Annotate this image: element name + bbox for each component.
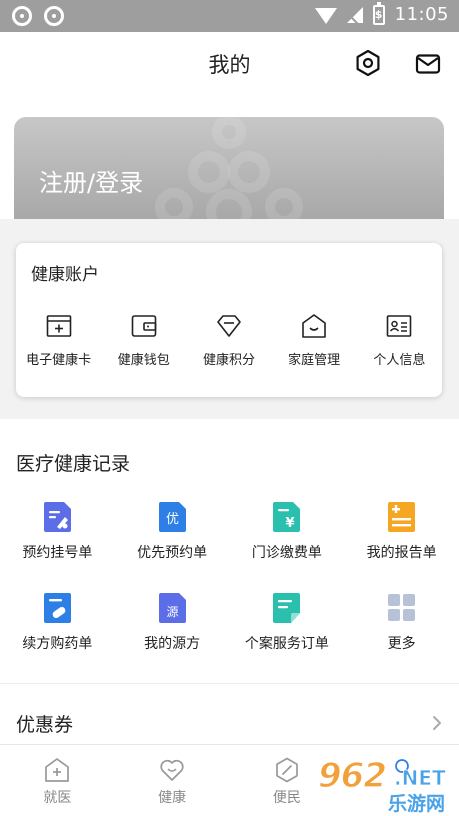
yuan-glyph: ¥ (286, 516, 295, 531)
hospital-icon (45, 758, 70, 782)
account-title: 健康账户 (31, 265, 99, 285)
header: 我的 (0, 32, 459, 94)
payment-icon: ¥ (273, 502, 301, 532)
account-item-label: 健康钱包 (117, 353, 170, 368)
login-label[interactable]: 注册/登录 (39, 163, 143, 198)
health-account-card: 健康账户 电子健康卡 健康钱包 健康积分 家庭管理 个人信息 (16, 243, 442, 397)
priority-glyph: 优 (166, 512, 179, 527)
status-notifications (12, 6, 64, 26)
account-items: 电子健康卡 健康钱包 健康积分 家庭管理 个人信息 (16, 313, 442, 368)
case-order-icon (273, 593, 301, 623)
account-item-wallet[interactable]: 健康钱包 (101, 313, 186, 368)
record-item-priority[interactable]: 优 优先预约单 (115, 502, 230, 562)
account-item-label: 家庭管理 (288, 353, 341, 368)
record-item-appointment[interactable]: 预约挂号单 (0, 502, 115, 562)
more-grid-icon (388, 594, 416, 621)
nav-label: 就医 (43, 790, 72, 806)
status-bar: $ 11:05 (0, 0, 459, 32)
compass-icon (276, 757, 298, 783)
home-icon (302, 314, 326, 338)
record-item-label: 个案服务订单 (244, 636, 329, 652)
source-glyph: 源 (166, 605, 178, 619)
appointment-icon (43, 502, 71, 532)
wifi-icon (314, 7, 337, 24)
nav-item-health[interactable]: 健康 (115, 745, 230, 816)
account-item-label: 电子健康卡 (26, 353, 92, 368)
signal-icon (346, 6, 363, 23)
record-item-label: 更多 (387, 636, 416, 652)
diamond-points-icon (217, 315, 241, 337)
watermark-net: .NET (394, 766, 446, 791)
record-item-label: 我的源方 (144, 636, 201, 652)
account-item-profile[interactable]: 个人信息 (357, 313, 442, 368)
coupon-section-title[interactable]: 优惠券 (16, 710, 73, 737)
record-item-source[interactable]: 源 我的源方 (115, 593, 230, 653)
status-time: 11:05 (394, 4, 449, 25)
nav-item-medical[interactable]: 就医 (0, 745, 115, 816)
nav-label: 健康 (158, 790, 187, 806)
watermark-cn: 乐游网 (388, 793, 446, 815)
site-watermark-logo: 962 .NET 乐游网 (317, 755, 456, 815)
record-item-more[interactable]: 更多 (344, 593, 459, 653)
record-item-report[interactable]: 我的报告单 (344, 502, 459, 562)
page-title: 我的 (208, 53, 251, 77)
settings-icon[interactable] (354, 49, 382, 77)
record-item-payment[interactable]: ¥ 门诊缴费单 (230, 502, 345, 562)
wallet-icon (131, 315, 157, 337)
heart-icon (160, 759, 184, 781)
records-grid-row: 预约挂号单 优 优先预约单 ¥ 门诊缴费单 我的报告单 (0, 502, 459, 562)
nav-label: 便民 (272, 790, 301, 806)
prescription-source-icon: 源 (158, 593, 186, 623)
login-card[interactable]: 注册/登录 (14, 117, 444, 219)
health-card-icon (46, 315, 71, 337)
id-card-icon (387, 315, 412, 337)
battery-icon: $ (372, 1, 385, 25)
decorative-pattern-icon (155, 117, 303, 219)
chevron-right-icon[interactable] (430, 714, 444, 732)
mail-icon[interactable] (414, 52, 442, 76)
status-indicators: $ 11:05 (314, 1, 449, 25)
account-item-label: 个人信息 (373, 353, 426, 368)
record-item-label: 续方购药单 (22, 636, 93, 652)
record-item-label: 预约挂号单 (22, 545, 93, 561)
record-item-medicine[interactable]: 续方购药单 (0, 593, 115, 653)
record-item-label: 优先预约单 (137, 545, 208, 561)
section-divider (0, 683, 459, 684)
notification-app-icon (12, 6, 32, 26)
record-item-case-order[interactable]: 个案服务订单 (230, 593, 345, 653)
account-item-family[interactable]: 家庭管理 (272, 313, 357, 368)
account-item-points[interactable]: 健康积分 (186, 313, 271, 368)
report-icon (388, 502, 416, 532)
battery-glyph: $ (374, 7, 383, 21)
record-item-label: 我的报告单 (366, 545, 437, 561)
records-grid-row: 续方购药单 源 我的源方 个案服务订单 更多 (0, 593, 459, 653)
watermark-number: 962 (317, 755, 387, 796)
medicine-icon (43, 593, 71, 623)
account-item-health-card[interactable]: 电子健康卡 (16, 313, 101, 368)
record-item-label: 门诊缴费单 (251, 545, 322, 561)
account-item-label: 健康积分 (202, 353, 255, 368)
notification-app-icon (44, 6, 64, 26)
records-section-title: 医疗健康记录 (16, 453, 131, 475)
priority-icon: 优 (158, 502, 186, 532)
